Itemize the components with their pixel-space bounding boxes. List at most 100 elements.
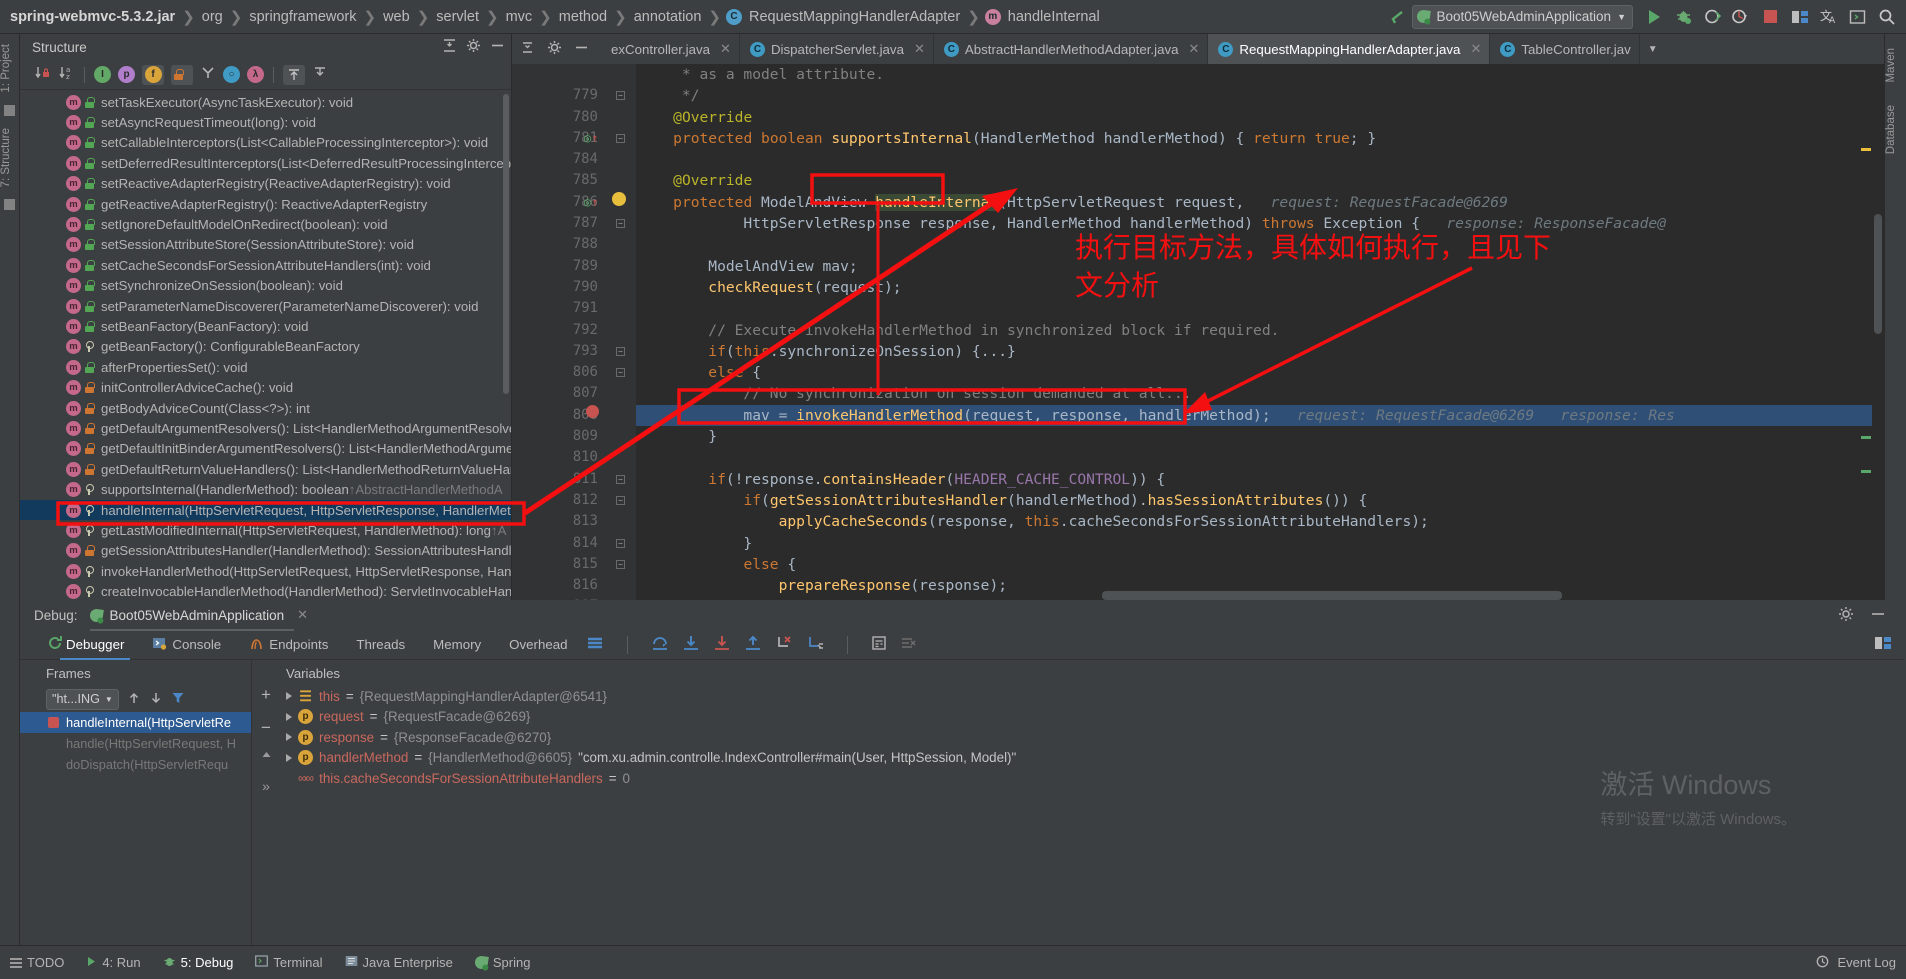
sort-by-visibility-icon[interactable]	[34, 65, 51, 85]
structure-item[interactable]: m getBeanFactory(): ConfigurableBeanFacto…	[20, 337, 511, 357]
expand-more-icon[interactable]: »	[256, 778, 276, 794]
breadcrumb-item-web[interactable]: web	[381, 9, 412, 25]
fold-toggle-icon[interactable]: −	[616, 219, 625, 229]
line-number[interactable]: 791	[512, 298, 598, 319]
chevron-right-icon[interactable]	[286, 733, 292, 742]
editor-tab-tablecontroller[interactable]: C TableController.jav	[1490, 34, 1640, 64]
tab-overhead[interactable]: Overhead	[495, 630, 581, 660]
structure-item[interactable]: m getDefaultReturnValueHandlers(): List<H…	[20, 459, 511, 479]
show-properties-icon[interactable]: p	[118, 66, 135, 83]
breadcrumb-item-servlet[interactable]: servlet	[434, 9, 481, 25]
breadcrumb-item-jar[interactable]: spring-webmvc-5.3.2.jar	[8, 9, 177, 25]
editor-horizontal-scrollbar[interactable]	[1102, 591, 1562, 600]
code-editor[interactable]: * as a model attribute. 779 − */ 780 @Overr…	[512, 64, 1884, 600]
code-line[interactable]: 813 applyCacheSeconds(response, this.cac…	[512, 511, 1884, 532]
code-line[interactable]: 784	[512, 149, 1884, 170]
tab-endpoints[interactable]: Endpoints	[235, 630, 342, 660]
gutter-marker-ok[interactable]	[1861, 436, 1871, 439]
editor-tab-dispatcherservlet[interactable]: C DispatcherServlet.java ✕	[740, 34, 934, 64]
line-number[interactable]: 780	[512, 107, 598, 128]
frame-row[interactable]: handleInternal(HttpServletRe	[20, 712, 251, 733]
frame-row[interactable]: doDispatch(HttpServletRequ	[20, 754, 251, 775]
close-icon[interactable]: ✕	[297, 607, 308, 623]
tool-window-database[interactable]: Database	[1885, 99, 1905, 160]
variable-row[interactable]: p response = {ResponseFacade@6270}	[252, 727, 1904, 748]
sort-alphabetically-icon[interactable]: az	[58, 65, 75, 85]
line-number[interactable]: 816	[512, 575, 598, 596]
minus-icon[interactable]: −	[256, 719, 276, 736]
status-java-enterprise[interactable]: Java Enterprise	[345, 955, 453, 970]
show-lambdas-icon[interactable]: λ	[247, 66, 264, 83]
structure-item[interactable]: m getReactiveAdapterRegistry(): ReactiveA…	[20, 194, 511, 214]
line-number[interactable]: 807	[512, 383, 598, 404]
structure-item[interactable]: m setReactiveAdapterRegistry(ReactiveAdap…	[20, 174, 511, 194]
hide-icon[interactable]	[490, 38, 505, 56]
code-line[interactable]: 793 − if(this.synchronizeOnSession) {...}	[512, 341, 1884, 362]
gutter-marker-warning[interactable]	[1861, 148, 1871, 151]
code-line[interactable]: 815 − else {	[512, 554, 1884, 575]
layout-button[interactable]	[1786, 4, 1813, 30]
expand-collapse-icon[interactable]	[520, 40, 535, 58]
line-number[interactable]: 810	[512, 447, 598, 468]
line-number[interactable]: 815	[512, 554, 598, 575]
structure-item[interactable]: m initControllerAdviceCache(): void	[20, 377, 511, 397]
editor-vertical-scrollbar[interactable]	[1872, 64, 1884, 600]
tool-window-project[interactable]: 1: Project	[0, 38, 20, 99]
chevron-right-icon[interactable]	[286, 753, 292, 762]
restore-layout-icon[interactable]	[1874, 635, 1904, 654]
line-number[interactable]: 806	[512, 362, 598, 383]
structure-item[interactable]: m getSessionAttributesHandler(HandlerMeth…	[20, 541, 511, 561]
code-line[interactable]: 789 ModelAndView mav;	[512, 256, 1884, 277]
frame-row[interactable]: handle(HttpServletRequest, H	[20, 733, 251, 754]
expand-all-button[interactable]	[283, 64, 305, 85]
expand-collapse-icon[interactable]	[442, 38, 457, 56]
breadcrumb-item-class[interactable]: RequestMappingHandlerAdapter	[747, 9, 962, 25]
stop-button[interactable]	[1757, 4, 1784, 30]
override-gutter-icon[interactable]: ◎↑	[584, 128, 598, 149]
settings-icon[interactable]	[547, 40, 562, 58]
structure-item[interactable]: m getBodyAdviceCount(Class<?>): int	[20, 398, 511, 418]
structure-item[interactable]: m invokeHandlerMethod(HttpServletRequest,…	[20, 561, 511, 581]
code-line[interactable]: 788	[512, 234, 1884, 255]
debug-session-tab[interactable]: Boot05WebAdminApplication ✕	[88, 607, 308, 631]
chevron-right-icon[interactable]	[286, 692, 292, 701]
line-number[interactable]: 785	[512, 170, 598, 191]
breakpoint-icon[interactable]	[586, 404, 599, 418]
run-to-cursor-icon[interactable]	[806, 634, 824, 655]
line-number[interactable]: 793	[512, 341, 598, 362]
gear-icon[interactable]	[1838, 606, 1854, 625]
fold-toggle-icon[interactable]: −	[616, 346, 625, 356]
line-number[interactable]: 814	[512, 533, 598, 554]
debug-button[interactable]	[1670, 4, 1697, 30]
code-line[interactable]: 780 @Override	[512, 107, 1884, 128]
structure-scrollbar[interactable]	[503, 94, 509, 394]
code-line[interactable]: 808 mav = invokeHandlerMethod(request, r…	[512, 404, 1884, 427]
structure-tree[interactable]: m setTaskExecutor(AsyncTaskExecutor): voi…	[20, 90, 511, 600]
code-line[interactable]: 792 // Execute invokeHandlerMethod in sy…	[512, 320, 1884, 341]
structure-item[interactable]: m getLastModifiedInternal(HttpServletRequ…	[20, 520, 511, 540]
terminal-button[interactable]	[1844, 4, 1871, 30]
arrow-up-icon[interactable]	[127, 691, 141, 708]
fold-toggle-icon[interactable]: −	[616, 538, 625, 548]
fold-toggle-icon[interactable]: −	[616, 474, 625, 484]
filter-icon[interactable]	[171, 691, 185, 708]
fold-toggle-icon[interactable]: −	[616, 91, 625, 101]
close-icon[interactable]: ✕	[720, 41, 731, 57]
structure-item[interactable]: m handleInternal(HttpServletRequest, Http…	[20, 499, 511, 521]
structure-item[interactable]: m afterPropertiesSet(): void	[20, 357, 511, 377]
override-gutter-icon[interactable]: ◎↑	[584, 192, 598, 213]
code-line[interactable]: 810	[512, 447, 1884, 468]
code-line[interactable]: 809 }	[512, 426, 1884, 447]
show-inherited-icon[interactable]: I	[94, 66, 111, 83]
line-number[interactable]: 808	[512, 405, 598, 426]
tab-debugger[interactable]: Debugger	[52, 630, 138, 660]
tool-window-maven[interactable]: Maven	[1885, 42, 1905, 89]
tab-threads[interactable]: Threads	[342, 630, 419, 660]
structure-item[interactable]: m getDefaultArgumentResolvers(): List<Han…	[20, 418, 511, 438]
code-line[interactable]: 806 − else {	[512, 362, 1884, 383]
code-line[interactable]: 814 − }	[512, 533, 1884, 554]
close-icon[interactable]: ✕	[1470, 41, 1481, 57]
drop-frame-icon[interactable]	[775, 634, 793, 655]
code-line[interactable]: 786 ◎↑ protected ModelAndView handleInter…	[512, 191, 1884, 213]
line-number[interactable]: 779	[512, 85, 598, 106]
